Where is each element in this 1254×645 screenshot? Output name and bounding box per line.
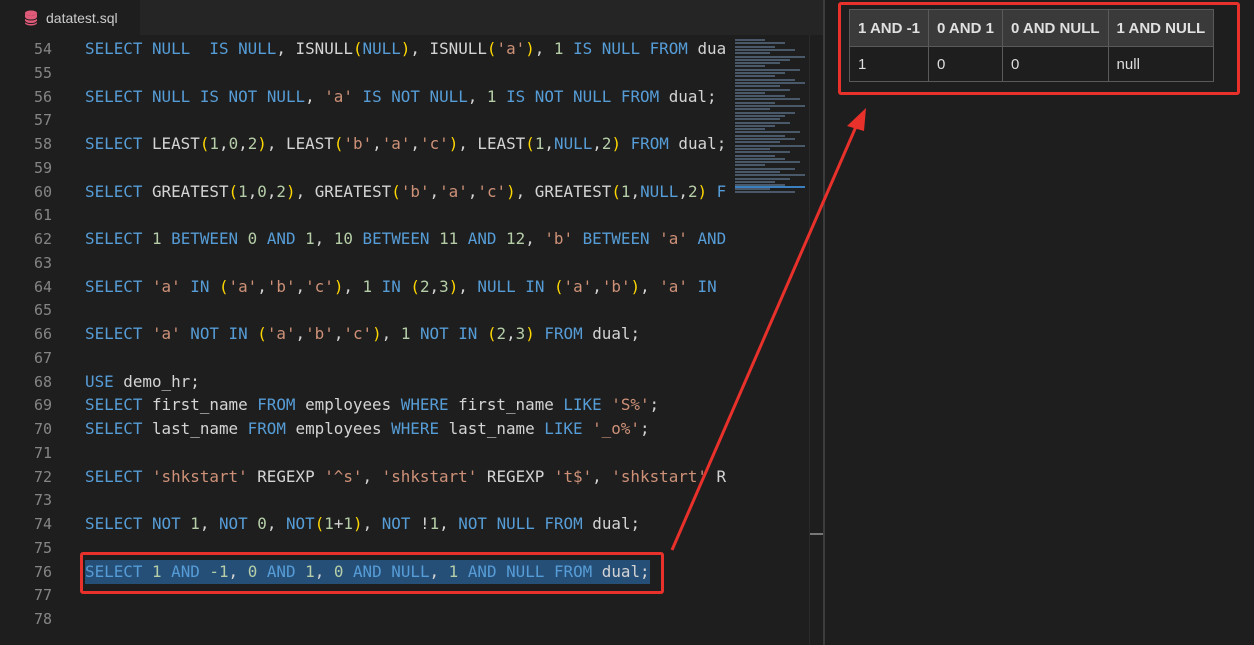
- annotation-arrow: [670, 108, 866, 551]
